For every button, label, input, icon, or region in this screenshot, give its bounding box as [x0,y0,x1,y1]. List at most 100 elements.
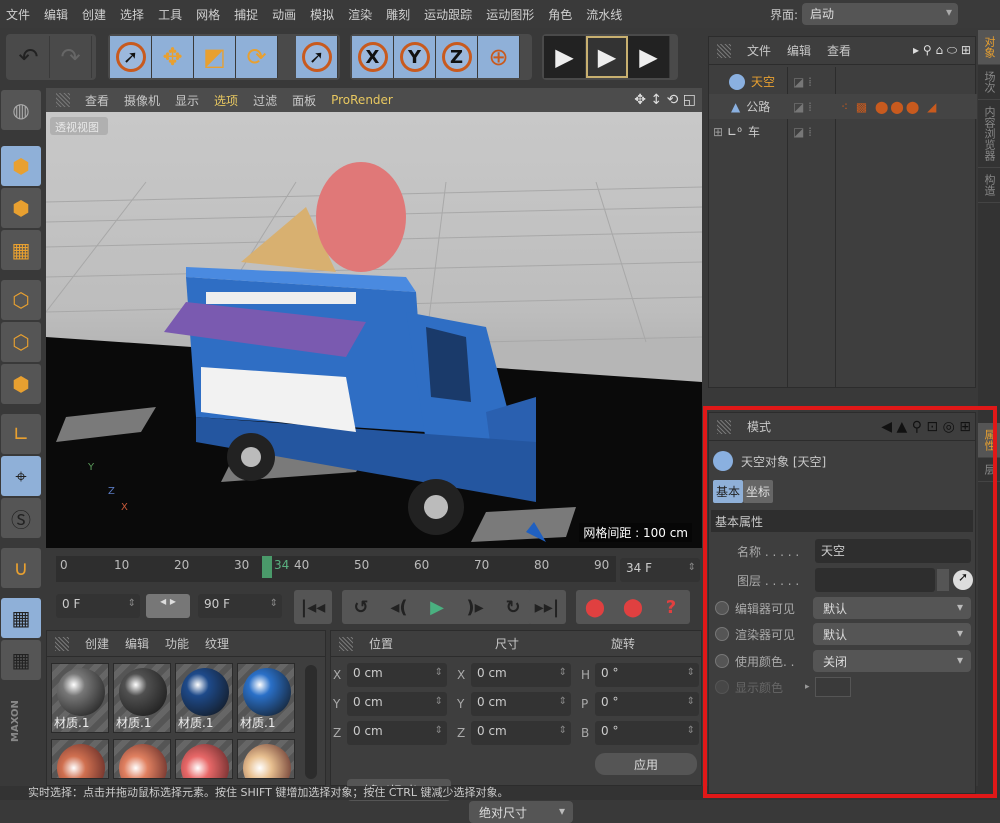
size-field[interactable]: 0 cm [471,721,571,745]
menu-edit[interactable]: 编辑 [44,6,68,23]
tab-takes[interactable]: 场次 [978,65,1000,100]
menu-tools[interactable]: 工具 [158,6,182,23]
live-select-button[interactable]: ➚ [110,36,152,78]
make-editable-button[interactable]: ◍ [1,90,41,130]
menu-animate[interactable]: 动画 [272,6,296,23]
position-field[interactable]: 0 cm [347,663,447,687]
z-axis-button[interactable]: Z [436,36,478,78]
auto-key-button[interactable]: ⬤ [614,590,652,624]
interface-dropdown[interactable]: 启动 [802,3,959,25]
menu-mesh[interactable]: 网格 [196,6,220,23]
mat-menu-create[interactable]: 创建 [85,635,109,652]
viewport-nav-icons[interactable]: ✥ ↕ ⟲ ◱ [634,92,696,108]
world-coords-button[interactable]: ⊕ [478,36,520,78]
material-swatch[interactable] [175,739,233,779]
rotation-field[interactable]: 0 ° [595,692,699,716]
vp-menu-options[interactable]: 选项 [214,92,238,109]
menu-create[interactable]: 创建 [82,6,106,23]
material-scrollbar[interactable] [305,665,317,779]
undo-button[interactable]: ↶ [8,36,50,78]
rotation-field[interactable]: 0 ° [595,721,699,745]
play-button[interactable]: ▶ [418,590,456,624]
recent-tool-button[interactable]: ➚ [296,36,338,78]
current-frame-field[interactable]: 34 F [620,558,700,582]
om-menu-file[interactable]: 文件 [747,42,771,59]
end-frame-field[interactable]: 90 F [198,594,282,618]
axis-mode-button[interactable]: ∟ [1,414,41,454]
animate-radio[interactable] [715,601,729,615]
menu-select[interactable]: 选择 [120,6,144,23]
position-field[interactable]: 0 cm [347,692,447,716]
use-color-dropdown[interactable]: 关闭 [813,650,971,672]
tab-content-browser[interactable]: 内容浏览器 [978,100,1000,168]
object-row-sky[interactable]: 天空 ◪ ⁞ [709,69,977,94]
polygons-mode-button[interactable]: ⬢ [1,364,41,404]
mat-menu-edit[interactable]: 编辑 [125,635,149,652]
tab-coordinates[interactable]: 坐标 [743,479,774,503]
playhead[interactable] [262,556,272,578]
view-name-label[interactable]: 透视视图 [50,117,108,135]
menu-file[interactable]: 文件 [6,6,30,23]
record-key-button[interactable]: ⬤ [576,590,614,624]
points-mode-button[interactable]: ⬡ [1,280,41,320]
position-field[interactable]: 0 cm [347,721,447,745]
redo-button[interactable]: ↷ [50,36,92,78]
material-swatch[interactable]: 材质.1 [113,663,171,733]
menu-pipeline[interactable]: 流水线 [586,6,622,23]
layer-arrow-button[interactable] [937,569,949,591]
vp-menu-panel[interactable]: 面板 [292,92,316,109]
planar-workplane-button[interactable]: ▦ [1,640,41,680]
texture-mode-button[interactable]: ⬢ [1,188,41,228]
mat-menu-function[interactable]: 功能 [165,635,189,652]
magnet-button[interactable]: ∪ [1,548,41,588]
vp-menu-prorender[interactable]: ProRender [331,93,393,107]
tab-attributes[interactable]: 属性 [978,423,1000,458]
animate-radio[interactable] [715,654,729,668]
material-swatch[interactable] [237,739,295,779]
render-picture-viewer-icon[interactable]: ▶ [586,36,628,78]
menu-sculpt[interactable]: 雕刻 [386,6,410,23]
tab-basic[interactable]: 基本 [713,479,744,503]
range-slider[interactable]: ◂ ▸ [146,594,190,618]
material-swatch[interactable]: 材质.1 [51,663,109,733]
material-swatch[interactable]: 材质.1 [175,663,233,733]
tweak-mode-button[interactable]: ⌖ [1,456,41,496]
visibility-toggle[interactable]: ◪ ⁞ [793,125,812,139]
vp-menu-view[interactable]: 查看 [85,92,109,109]
om-tool-icons[interactable]: ▸ ⚲ ⌂ ⬭ ⊞ [913,43,971,58]
goto-start-button[interactable]: |◂◂ [294,590,332,624]
size-mode-dropdown[interactable]: 绝对尺寸 [469,801,573,823]
menu-snap[interactable]: 捕捉 [234,6,258,23]
size-field[interactable]: 0 cm [471,663,571,687]
start-frame-field[interactable]: 0 F [56,594,140,618]
tab-layers[interactable]: 层 [978,458,1000,482]
next-key-button[interactable]: ↻ [494,590,532,624]
mat-menu-texture[interactable]: 纹理 [205,635,229,652]
material-swatch[interactable]: 材质.1 [237,663,295,733]
snap-button[interactable]: Ⓢ [1,498,41,538]
model-mode-button[interactable]: ⬢ [1,146,41,186]
3d-viewport[interactable]: Y ZX 透视视图 网格间距 : 100 cm [46,112,702,548]
timeline-ruler[interactable]: 0 10 20 30 40 50 60 70 80 90 [56,556,616,582]
rotate-button[interactable]: ⟳ [236,36,278,78]
om-menu-view[interactable]: 查看 [827,42,851,59]
x-axis-button[interactable]: X [352,36,394,78]
vp-menu-cameras[interactable]: 摄像机 [124,92,160,109]
tab-structure[interactable]: 构造 [978,168,1000,203]
animate-radio[interactable] [715,627,729,641]
render-settings-icon[interactable]: ▶ [628,36,670,78]
next-frame-button[interactable]: )▸ [456,590,494,624]
om-menu-edit[interactable]: 编辑 [787,42,811,59]
menu-motion-tracking[interactable]: 运动跟踪 [424,6,472,23]
vp-menu-filter[interactable]: 过滤 [253,92,277,109]
visibility-toggle[interactable]: ◪ ⁞ [793,100,812,114]
expand-icon[interactable]: ⊞ [713,125,723,139]
y-axis-button[interactable]: Y [394,36,436,78]
apply-button[interactable]: 应用 [595,753,697,775]
vp-menu-display[interactable]: 显示 [175,92,199,109]
prev-frame-button[interactable]: ◂( [380,590,418,624]
menu-render[interactable]: 渲染 [348,6,372,23]
editor-visible-dropdown[interactable]: 默认 [813,597,971,619]
workplane-mode-button[interactable]: ▦ [1,230,41,270]
layer-picker-icon[interactable]: ➚ [953,570,973,590]
